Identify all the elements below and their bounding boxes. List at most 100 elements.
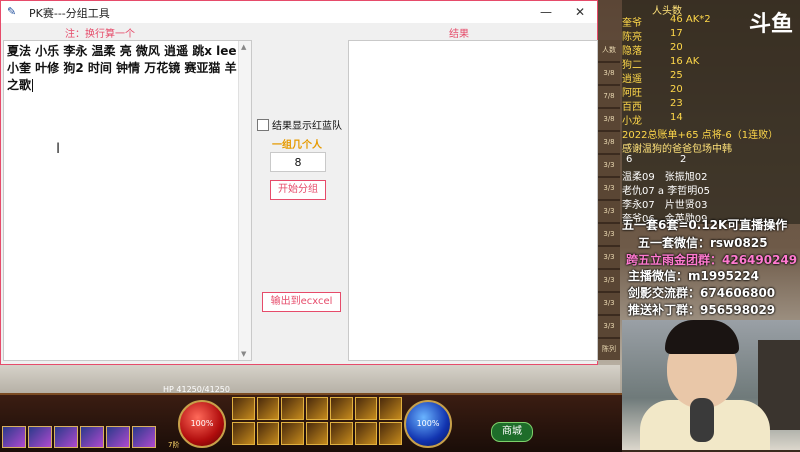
mall-button[interactable]: 商城 (491, 422, 533, 442)
score-a: 6 (626, 154, 633, 165)
roster-row: 阿旺 20 (622, 84, 683, 99)
result-label: 结果 (449, 29, 469, 40)
app-icon: ✎ (7, 5, 17, 18)
summary-line: 2022总账单+65 点将-6（1连败） (622, 130, 779, 141)
roster-value: 23 (670, 98, 683, 109)
roster-value: 14 (670, 112, 683, 123)
roster-row: 奎爷 46 AK*2 (622, 14, 711, 29)
roster-row: 狗二 16 AK (622, 56, 699, 71)
promo-line: 推送补丁群：956598029 (628, 303, 776, 317)
roster-value: 46 AK*2 (670, 14, 711, 25)
window-title: PK赛---分组工具 (29, 7, 110, 20)
quick-item-slot[interactable] (80, 426, 104, 448)
skill-slot[interactable] (330, 422, 353, 445)
close-button[interactable]: ✕ (563, 1, 597, 23)
promo-line: 跨五立雨金团群：426490249 (626, 253, 798, 267)
minimize-button[interactable]: — (529, 1, 563, 23)
skill-slot[interactable] (305, 397, 329, 420)
thanks-line: 感谢温狗的爸爸包场中韩 (622, 144, 732, 155)
text-caret (32, 79, 34, 92)
show-red-blue-option[interactable]: 结果显示红蓝队 (257, 117, 342, 132)
skill-slot[interactable] (256, 422, 280, 445)
side-tab: 人数 (598, 40, 620, 61)
side-tab: 3/8 (598, 132, 620, 153)
names-textarea[interactable]: 夏法 小乐 李永 温柔 亮 微风 逍遥 跳x lee 小奎 叶修 狗2 时间 钟… (3, 40, 252, 361)
side-tab: 3/3 (598, 316, 620, 337)
quick-item-slot[interactable] (106, 426, 130, 448)
promo-line: 剑影交流群：674606800 (628, 286, 776, 300)
roster-value: 17 (670, 28, 683, 39)
side-tab: 3/3 (598, 224, 620, 245)
skill-slot[interactable] (379, 422, 402, 445)
quick-item-bar (2, 426, 156, 448)
roster-row: 逍遥 25 (622, 70, 683, 85)
per-group-label: 一组几个人 (272, 140, 322, 151)
roster-row: 百西 23 (622, 98, 683, 113)
side-tab: 陈列 (598, 339, 620, 360)
skill-slot[interactable] (379, 397, 402, 420)
skill-slot[interactable] (305, 422, 329, 445)
roster-value: 20 (670, 42, 683, 53)
skill-slot[interactable] (354, 397, 378, 420)
quick-item-slot[interactable] (2, 426, 26, 448)
score-b: 2 (680, 154, 687, 165)
pair-row: 李永07 片世贤03 (622, 200, 708, 211)
level-label: 7阶 (168, 441, 180, 449)
names-text: 夏法 小乐 李永 温柔 亮 微风 逍遥 跳x lee 小奎 叶修 狗2 时间 钟… (7, 43, 239, 94)
hp-orb-percent: 100% (190, 419, 214, 428)
names-scrollbar[interactable]: ▲ ▼ (238, 41, 251, 360)
promo-line: 五一套6套=0.12K可直播操作 (622, 218, 788, 232)
roster-value: 25 (670, 70, 683, 81)
side-tab-column: 人数 3/8 7/8 3/8 3/8 3/3 3/3 3/3 3/3 3/3 3… (598, 40, 620, 360)
result-textarea[interactable] (348, 40, 598, 361)
side-tab: 3/8 (598, 63, 620, 84)
show-red-blue-label: 结果显示红蓝队 (272, 121, 342, 132)
roster-row: 小龙 14 (622, 112, 683, 127)
mp-orb-percent: 100% (416, 419, 440, 428)
promo-line: 主播微信：m1995224 (628, 269, 759, 283)
mp-orb: 100% (404, 400, 452, 448)
hp-readout: HP 41250/41250 (163, 385, 230, 394)
skill-slot[interactable] (281, 422, 304, 445)
input-note-label: 注：换行算一个 (65, 29, 135, 40)
side-tab: 3/3 (598, 247, 620, 268)
skill-slot[interactable] (330, 397, 353, 420)
quick-item-slot[interactable] (28, 426, 52, 448)
roster-value: 20 (670, 84, 683, 95)
side-tab: 7/8 (598, 86, 620, 107)
skill-slot[interactable] (256, 397, 280, 420)
roster-value: 16 AK (670, 56, 700, 67)
skill-bar (232, 397, 402, 445)
skill-slot[interactable] (354, 422, 378, 445)
promo-line: 五一套微信：rsw0825 (638, 236, 768, 250)
side-tab: 3/3 (598, 178, 620, 199)
scroll-down-icon[interactable]: ▼ (241, 350, 246, 358)
ibeam-cursor-icon: I (56, 141, 61, 157)
start-grouping-button[interactable]: 开始分组 (270, 180, 326, 200)
side-tab: 3/3 (598, 293, 620, 314)
side-tab: 3/3 (598, 270, 620, 291)
export-excel-button[interactable]: 输出到ecxcel (262, 292, 341, 312)
streamer-hair (665, 320, 739, 354)
scroll-up-icon[interactable]: ▲ (241, 43, 246, 51)
skill-slot[interactable] (281, 397, 304, 420)
app-window: ✎ PK赛---分组工具 — ✕ 注：换行算一个 结果 夏法 小乐 李永 温柔 … (0, 0, 598, 365)
roster-row: 隐落 20 (622, 42, 683, 57)
show-red-blue-checkbox[interactable] (257, 118, 269, 131)
microphone-icon (690, 398, 714, 442)
douyu-logo: 斗鱼 (749, 12, 794, 37)
pair-row: 老仇07 a 李哲明05 (622, 186, 710, 197)
skill-slot[interactable] (232, 397, 255, 420)
per-group-input[interactable]: 8 (270, 152, 326, 172)
skill-slot[interactable] (232, 422, 255, 445)
names-content: 夏法 小乐 李永 温柔 亮 微风 逍遥 跳x lee 小奎 叶修 狗2 时间 钟… (7, 44, 237, 92)
side-tab: 3/3 (598, 201, 620, 222)
side-tab: 3/3 (598, 155, 620, 176)
quick-item-slot[interactable] (54, 426, 78, 448)
quick-item-slot[interactable] (132, 426, 156, 448)
title-bar: ✎ PK赛---分组工具 — ✕ (1, 1, 597, 23)
pair-row: 温柔09 张振旭02 (622, 172, 708, 183)
side-tab: 3/8 (598, 109, 620, 130)
hp-orb: 100% (178, 400, 226, 448)
roster-row: 陈亮 17 (622, 28, 683, 43)
